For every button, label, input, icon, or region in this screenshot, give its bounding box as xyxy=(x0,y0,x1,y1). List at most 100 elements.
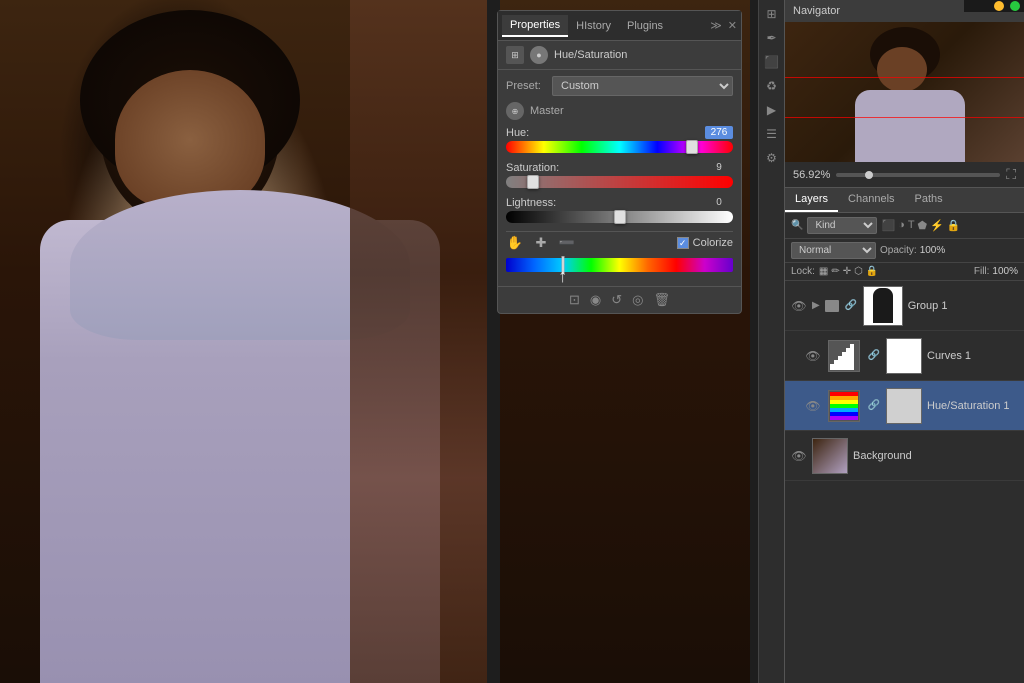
minimize-button[interactable] xyxy=(994,1,1004,11)
shape-filter-icon[interactable]: ⬟ xyxy=(918,219,928,232)
group1-name[interactable]: Group 1 xyxy=(908,300,1018,312)
saturation-value[interactable]: 9 xyxy=(705,161,733,174)
huesat-icon: ⊞ xyxy=(506,46,524,64)
lightness-label: Lightness: xyxy=(506,197,556,209)
clone-tool-icon[interactable]: ♻ xyxy=(762,76,782,96)
adjustment-filter-icon[interactable]: ◑ xyxy=(898,219,905,232)
brush-tool-icon[interactable]: ⬛ xyxy=(762,52,782,72)
colorize-checkbox[interactable]: ✓ xyxy=(677,237,689,249)
preset-row: Preset: Custom xyxy=(506,76,733,96)
fill-label: Fill: xyxy=(974,266,990,277)
delete-icon[interactable]: 🗑 xyxy=(653,292,670,308)
tab-properties[interactable]: Properties xyxy=(502,15,568,37)
lock-all-icon[interactable]: 🔒 xyxy=(866,266,878,277)
light-thumb[interactable] xyxy=(614,210,626,224)
lock-artboard-icon[interactable]: ⬡ xyxy=(854,266,863,277)
remove-tool-icon[interactable]: ➖ xyxy=(558,234,576,252)
right-sidebar: Navigator 56.92% ⛶ xyxy=(784,0,1024,683)
curves1-name[interactable]: Curves 1 xyxy=(927,350,1018,362)
sat-thumb[interactable] xyxy=(527,175,539,189)
huesat1-name[interactable]: Hue/Saturation 1 xyxy=(927,400,1018,412)
link-icon-huesat[interactable]: 🔗 xyxy=(867,399,881,413)
link-icon[interactable]: 🔗 xyxy=(844,299,858,313)
layers-tabs: Layers Channels Paths xyxy=(785,188,1024,213)
colorize-hue-track[interactable]: ↑ xyxy=(506,258,733,272)
navigator-preview xyxy=(785,22,1024,162)
zoom-max-icon[interactable]: ⛶ xyxy=(1006,166,1016,183)
divider xyxy=(506,231,733,232)
fill-value[interactable]: 100% xyxy=(992,266,1018,277)
zoom-thumb[interactable] xyxy=(865,171,873,179)
hue-track[interactable] xyxy=(506,141,733,153)
tab-plugins[interactable]: Plugins xyxy=(619,16,671,36)
expand-icon[interactable]: ≫ xyxy=(710,19,722,32)
reset-icon[interactable]: ↺ xyxy=(611,292,622,308)
channel-icon[interactable]: ⊕ xyxy=(506,102,524,120)
huesat-adj-icon xyxy=(826,388,862,424)
hue-value[interactable]: 276 xyxy=(705,126,733,139)
close-icon[interactable]: ✕ xyxy=(728,19,737,32)
pixel-filter-icon[interactable]: ⬛ xyxy=(881,219,895,232)
window-chrome xyxy=(964,0,1024,12)
lock-position-icon[interactable]: ✛ xyxy=(843,266,851,277)
layer-item-huesat1[interactable]: 👁 🔗 H xyxy=(785,381,1024,431)
nav-red-line-bottom xyxy=(785,117,1024,118)
clip-to-layer-icon[interactable]: ⊡ xyxy=(569,292,580,308)
layers-tool-icon[interactable]: ☰ xyxy=(762,124,782,144)
panel-footer: ⊡ ◉ ↺ ◎ 🗑 xyxy=(498,286,741,313)
preset-select[interactable]: Custom xyxy=(552,76,733,96)
tab-channels[interactable]: Channels xyxy=(838,188,904,212)
tab-paths[interactable]: Paths xyxy=(905,188,953,212)
text-filter-icon[interactable]: T xyxy=(908,219,915,232)
group1-mask-thumb xyxy=(863,286,903,326)
sat-track[interactable] xyxy=(506,176,733,188)
navigator-tool-icon[interactable]: ⊞ xyxy=(762,4,782,24)
properties-panel: Properties HIstory Plugins ≫ ✕ ⊞ ● Hue/S… xyxy=(497,10,742,314)
visibility-toggle-bg[interactable]: 👁 xyxy=(791,448,807,464)
navigator-panel: Navigator 56.92% ⛶ xyxy=(785,0,1024,188)
smart-filter-icon[interactable]: ⚡ xyxy=(930,219,944,232)
maximize-button[interactable] xyxy=(1010,1,1020,11)
hand-tool-icon[interactable]: ✋ xyxy=(506,234,524,252)
panel-body: Preset: Custom ⊕ Master Hue: 276 Saturat… xyxy=(498,70,741,286)
opacity-value[interactable]: 100% xyxy=(920,245,946,256)
visibility-toggle-curves1[interactable]: 👁 xyxy=(805,348,821,364)
toolbar-right: ⊞ ✒ ⬛ ♻ ▶ ☰ ⚙ xyxy=(758,0,784,683)
layer-item-group1[interactable]: 👁 ▶ 🔗 Group 1 xyxy=(785,281,1024,331)
lock-pixels-icon[interactable]: ✏ xyxy=(831,266,839,277)
link-icon-curves[interactable]: 🔗 xyxy=(867,349,881,363)
visibility-toggle-huesat1[interactable]: 👁 xyxy=(805,398,821,414)
light-track[interactable] xyxy=(506,211,733,223)
opacity-row: Opacity: 100% xyxy=(880,245,945,256)
master-row: ⊕ Master xyxy=(506,102,733,120)
expand-group1[interactable]: ▶ xyxy=(812,300,820,311)
tab-layers[interactable]: Layers xyxy=(785,188,838,212)
layer-item-curves1[interactable]: 👁 🔗 Curves 1 xyxy=(785,331,1024,381)
colorize-check[interactable]: ✓ Colorize xyxy=(677,237,733,249)
nav-red-line-top xyxy=(785,77,1024,78)
zoom-value: 56.92% xyxy=(793,169,830,181)
lock-transparent-icon[interactable]: ▦ xyxy=(819,266,828,277)
zoom-slider[interactable] xyxy=(836,173,1000,177)
kind-filter[interactable]: Kind xyxy=(807,217,877,234)
colorize-row: ✋ ✚ ➖ ✓ Colorize xyxy=(506,234,733,252)
layer-item-background[interactable]: 👁 Background xyxy=(785,431,1024,481)
settings-tool-icon[interactable]: ⚙ xyxy=(762,148,782,168)
lightness-value[interactable]: 0 xyxy=(705,196,733,209)
tab-history[interactable]: HIstory xyxy=(568,16,619,36)
huesat-mask-thumb xyxy=(886,388,922,424)
play-tool-icon[interactable]: ▶ xyxy=(762,100,782,120)
visibility-icon[interactable]: ◎ xyxy=(632,292,643,308)
eyedropper-tool-icon[interactable]: ✒ xyxy=(762,28,782,48)
preset-label: Preset: xyxy=(506,80,546,92)
sat-label-row: Saturation: 9 xyxy=(506,161,733,174)
bg-thumb xyxy=(812,438,848,474)
blend-mode-select[interactable]: Normal xyxy=(791,242,876,259)
visibility-toggle-group1[interactable]: 👁 xyxy=(791,298,807,314)
previous-state-icon[interactable]: ◉ xyxy=(590,292,601,308)
add-tool-icon[interactable]: ✚ xyxy=(532,234,550,252)
master-label[interactable]: Master xyxy=(530,105,564,117)
hue-thumb[interactable] xyxy=(686,140,698,154)
background-name[interactable]: Background xyxy=(853,450,1018,462)
lock-filter-icon[interactable]: 🔒 xyxy=(947,219,961,232)
